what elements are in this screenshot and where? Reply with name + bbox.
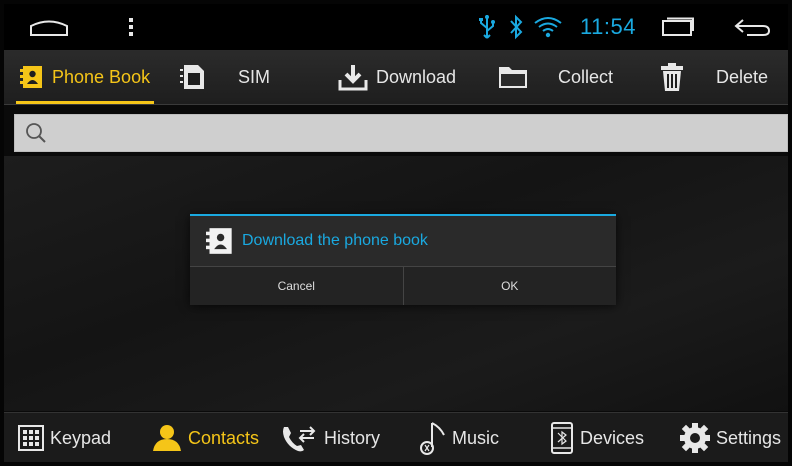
nav-settings[interactable]: Settings [680,413,781,462]
home-outline-icon [30,20,68,36]
usb-status [476,4,498,50]
search-icon [26,123,46,143]
tab-collect[interactable]: Collect [498,50,613,104]
bottom-navigation: Keypad Contacts History Music Devices Se… [4,412,788,462]
ok-button[interactable]: OK [402,267,616,305]
clock-time: 11:54 [580,14,636,39]
car-head-unit-screen: 11:54 Phone Book SIM Download Collect De… [4,4,788,462]
tab-phone-book[interactable]: Phone Book [15,50,155,104]
call-history-icon [283,426,316,452]
wifi-icon [534,17,562,38]
nav-contacts[interactable]: Contacts [152,413,259,462]
tab-label: Download [376,66,457,87]
bluetooth-icon [510,14,523,40]
recent-apps-button[interactable] [656,4,700,50]
folder-icon [499,67,527,88]
clock: 11:54 [570,4,646,50]
nav-label: History [324,427,381,448]
search-bar [14,114,788,153]
music-note-icon [420,422,445,455]
nav-history[interactable]: History [280,413,380,462]
download-icon [338,65,368,91]
overflow-menu-icon [129,18,133,36]
recent-apps-icon [662,17,694,36]
tab-sim[interactable]: SIM [180,50,270,104]
nav-music[interactable]: Music [418,413,499,462]
phonebook-icon [20,66,42,88]
nav-label: Devices [580,427,645,448]
status-bar: 11:54 [4,4,788,50]
tab-label: Collect [558,66,614,87]
tab-delete[interactable]: Delete [660,50,768,104]
settings-icon [680,423,710,453]
back-button[interactable] [728,4,776,50]
phonebook-toolbar: Phone Book SIM Download Collect Delete [4,50,788,105]
overflow-menu-button[interactable] [116,4,146,50]
dialog-header: Download the phone book [190,216,616,266]
wifi-status [532,4,564,50]
back-icon [734,19,771,36]
keypad-icon [18,425,44,451]
nav-devices[interactable]: Devices [550,413,644,462]
nav-label: Contacts [188,427,260,448]
bluetooth-status [506,4,526,50]
phonebook-icon [206,228,232,254]
nav-keypad[interactable]: Keypad [18,413,111,462]
tab-label: Delete [716,66,769,87]
tab-label: Phone Book [52,66,151,87]
trash-icon [661,63,683,91]
contacts-icon [153,425,181,451]
home-button[interactable] [24,4,74,50]
usb-icon [479,15,495,39]
dialog-title: Download the phone book [242,232,428,249]
nav-label: Keypad [50,427,112,448]
tab-download[interactable]: Download [338,50,456,104]
nav-label: Settings [716,427,782,448]
devices-icon [551,422,573,454]
cancel-button[interactable]: Cancel [190,267,403,305]
nav-label: Music [452,427,500,448]
search-input[interactable] [53,115,757,153]
tab-label: SIM [238,66,271,87]
sim-card-icon [180,65,204,89]
download-phonebook-dialog: Download the phone book Cancel OK [190,214,616,305]
dialog-buttons: Cancel OK [190,266,616,305]
